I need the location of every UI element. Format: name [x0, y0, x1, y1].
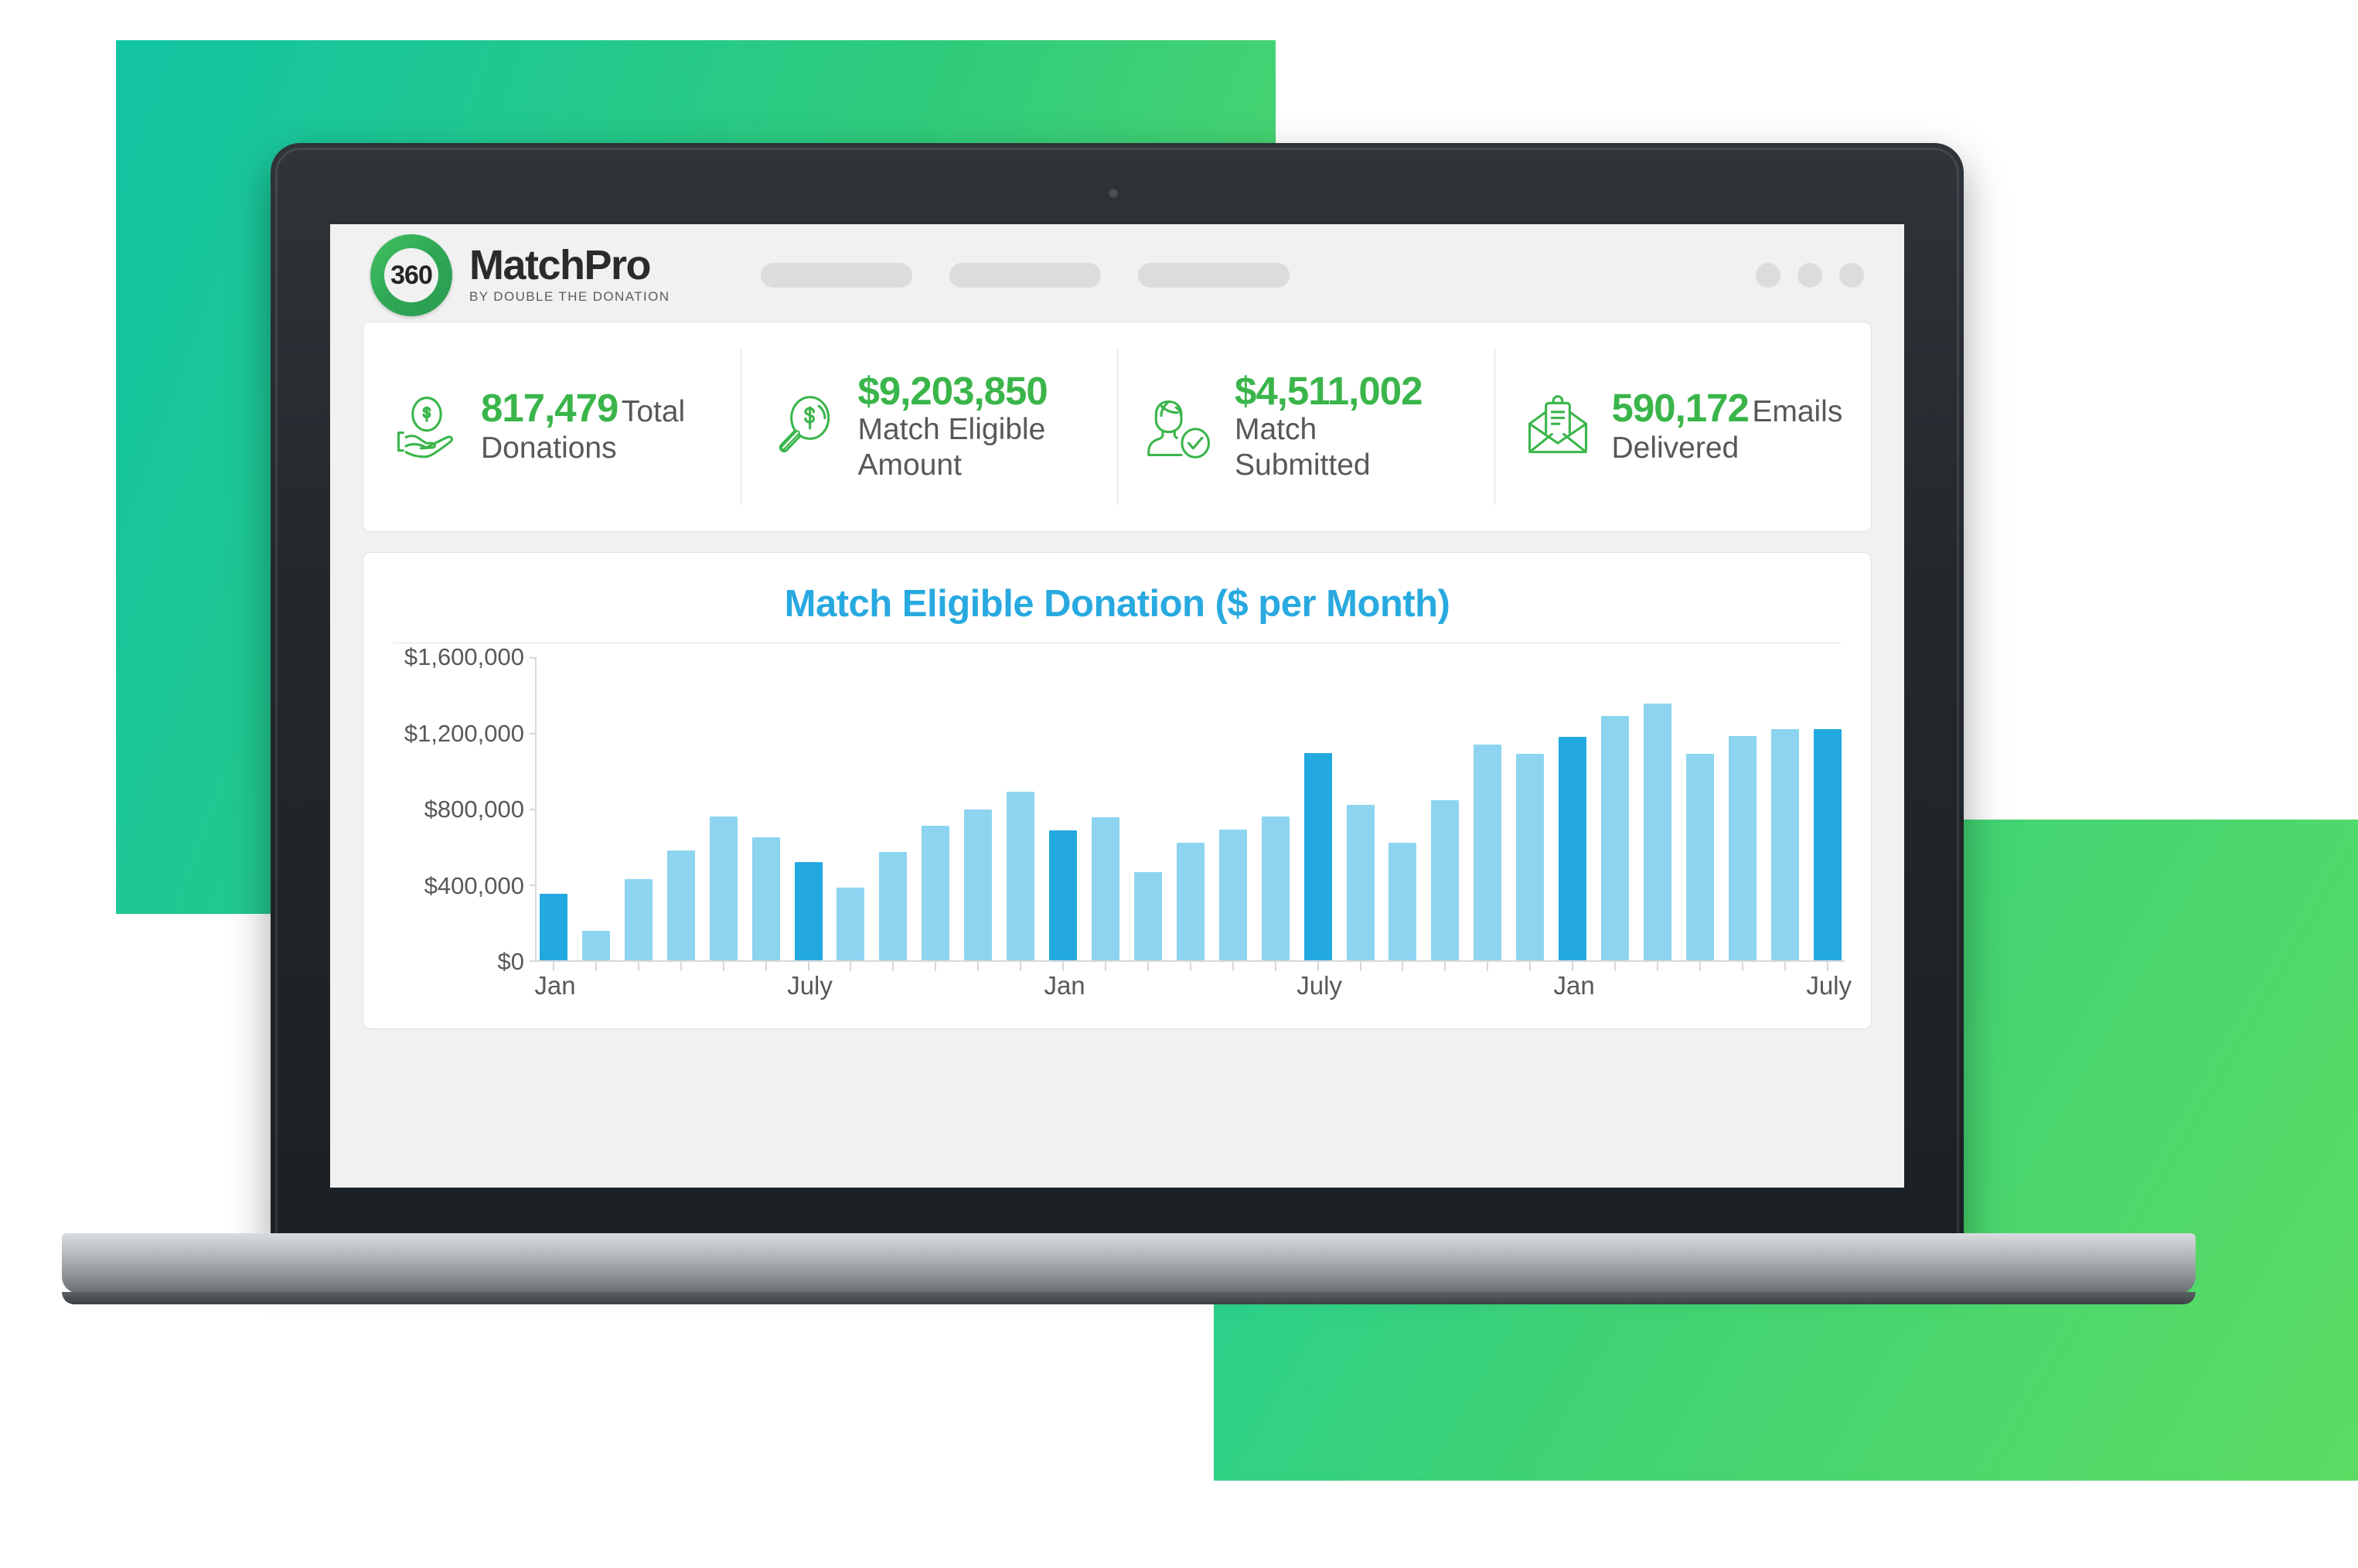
hand-holding-coin-icon — [390, 390, 464, 464]
stat-emails-delivered-text: 590,172 Emails Delivered — [1612, 387, 1843, 465]
bar[interactable] — [751, 837, 780, 960]
stat-match-eligible-amount[interactable]: $9,203,850 Match Eligible Amount — [740, 329, 1118, 525]
stat-total-donations-text: 817,479 Total Donations — [481, 387, 685, 465]
bar[interactable] — [1346, 805, 1375, 960]
x-axis-label: July — [1297, 971, 1342, 1000]
y-axis-tick-label: $1,200,000 — [404, 719, 524, 747]
app-header: 360 MatchPro BY DOUBLE THE DONATION — [330, 229, 1904, 322]
stat-match-eligible-amount-label: Match Eligible Amount — [857, 412, 1046, 482]
bar[interactable] — [1728, 735, 1757, 960]
nav-placeholder-pill-3[interactable] — [1138, 263, 1290, 288]
stat-total-donations[interactable]: 817,479 Total Donations — [363, 329, 741, 525]
laptop-lid: 360 MatchPro BY DOUBLE THE DONATION 817,… — [271, 143, 1964, 1256]
bar[interactable] — [794, 861, 823, 960]
bar[interactable] — [1559, 736, 1587, 960]
bar[interactable] — [709, 816, 738, 960]
y-axis-tick-mark — [530, 657, 537, 659]
stat-match-eligible-amount-text: $9,203,850 Match Eligible Amount — [858, 370, 1106, 483]
envelope-letter-icon — [1521, 390, 1595, 464]
bar[interactable] — [581, 931, 610, 960]
chart-title: Match Eligible Donation ($ per Month) — [784, 583, 1450, 625]
bar[interactable] — [837, 887, 865, 960]
bar[interactable] — [1007, 791, 1035, 960]
nav-dot-3[interactable] — [1839, 263, 1864, 288]
y-axis-tick-label: $1,600,000 — [404, 643, 524, 670]
bar[interactable] — [1091, 817, 1119, 960]
bar[interactable] — [1813, 729, 1842, 960]
nav-placeholder-group — [761, 263, 1290, 288]
x-axis-label: Jan — [1044, 971, 1085, 1000]
bar[interactable] — [666, 850, 695, 960]
bar[interactable] — [540, 894, 567, 960]
stats-card: 817,479 Total Donations $9,203,850 Match… — [363, 322, 1872, 532]
bar[interactable] — [922, 826, 950, 960]
brand-name: MatchPro — [469, 241, 652, 288]
bar[interactable] — [1516, 753, 1545, 960]
nav-placeholder-pill-2[interactable] — [949, 263, 1102, 288]
bar-series — [537, 657, 1845, 960]
bar[interactable] — [1474, 744, 1502, 960]
stat-match-submitted[interactable]: $4,511,002 Match Submitted — [1117, 329, 1494, 525]
laptop-screen: 360 MatchPro BY DOUBLE THE DONATION 817,… — [330, 224, 1904, 1188]
stat-match-submitted-value: $4,511,002 — [1235, 369, 1423, 414]
webcam-icon — [1107, 187, 1119, 199]
laptop-base-foot — [62, 1292, 2196, 1304]
y-axis-tick-label: $800,000 — [424, 796, 524, 823]
bar[interactable] — [1601, 715, 1630, 960]
nav-dot-group — [1756, 263, 1864, 288]
nav-placeholder-pill-1[interactable] — [761, 263, 913, 288]
y-axis-tick-label: $0 — [497, 948, 524, 975]
bar[interactable] — [1261, 816, 1290, 960]
nav-dot-1[interactable] — [1756, 263, 1780, 288]
bar[interactable] — [1685, 753, 1714, 960]
page-root: 360 MatchPro BY DOUBLE THE DONATION 817,… — [0, 0, 2358, 1568]
logo-ring-number: 360 — [390, 260, 433, 290]
x-axis-label: July — [787, 971, 833, 1000]
nav-dot-2[interactable] — [1797, 263, 1822, 288]
laptop-base — [62, 1233, 2196, 1294]
bar-chart: $0 $400,000 $800,000 $1,200,000 $1,600,000 — [390, 643, 1845, 975]
brand-tagline: BY DOUBLE THE DONATION — [469, 289, 670, 305]
bar[interactable] — [964, 810, 993, 960]
y-axis-tick-mark — [530, 809, 537, 810]
bar[interactable] — [1643, 704, 1671, 960]
bar[interactable] — [1218, 829, 1247, 960]
stat-match-submitted-text: $4,511,002 Match Submitted — [1235, 370, 1482, 483]
brand-logo[interactable]: 360 MatchPro BY DOUBLE THE DONATION — [370, 234, 670, 316]
magnifier-dollar-icon — [767, 390, 841, 464]
bar[interactable] — [1431, 799, 1460, 960]
bar[interactable] — [1133, 872, 1162, 960]
stat-total-donations-value: 817,479 — [481, 386, 618, 431]
bar[interactable] — [879, 852, 908, 960]
laptop-mockup: 360 MatchPro BY DOUBLE THE DONATION 817,… — [62, 143, 2196, 1334]
x-axis-label: Jan — [534, 971, 576, 1000]
logo-ring-icon: 360 — [370, 234, 452, 316]
y-axis-tick-mark — [530, 733, 537, 735]
bar[interactable] — [1176, 843, 1205, 960]
bar[interactable] — [1389, 843, 1417, 960]
stat-match-submitted-label: Match Submitted — [1235, 412, 1371, 482]
x-axis-label: Jan — [1553, 971, 1595, 1000]
y-axis-tick-label: $400,000 — [424, 871, 524, 899]
bar[interactable] — [1049, 830, 1078, 960]
bar[interactable] — [624, 878, 653, 960]
x-axis-labels: Jan July Jan July Jan July — [534, 962, 1852, 1008]
person-check-icon — [1143, 390, 1218, 464]
bar[interactable] — [1770, 729, 1799, 960]
y-axis: $0 $400,000 $800,000 $1,200,000 $1,600,000 — [390, 643, 535, 975]
x-axis-label: July — [1806, 971, 1852, 1000]
stat-emails-delivered-value: 590,172 — [1611, 386, 1750, 431]
y-axis-tick-mark — [530, 885, 537, 886]
plot-area — [530, 657, 1845, 971]
stat-emails-delivered[interactable]: 590,172 Emails Delivered — [1494, 329, 1872, 525]
bar[interactable] — [1303, 752, 1332, 960]
chart-card: Match Eligible Donation ($ per Month) $0… — [363, 552, 1872, 1029]
stat-match-eligible-amount-value: $9,203,850 — [857, 369, 1048, 414]
